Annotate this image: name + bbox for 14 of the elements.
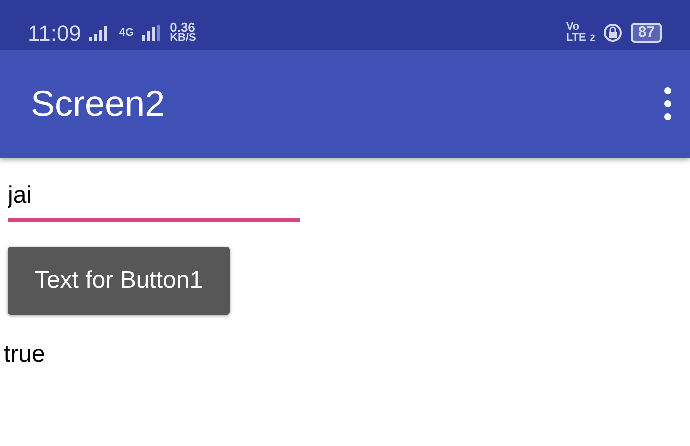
speed-value: 0.36 [170,22,196,33]
result-label: true [4,340,46,370]
volte-label: Vo [566,22,581,33]
rotation-lock-icon [603,23,624,43]
lte-label: LTE [566,33,586,44]
app-title: Screen2 [31,82,166,126]
speed-unit: KB/S [170,33,196,44]
signal-icon [142,25,162,41]
sim-number: 2 [590,33,596,44]
network-type: 4G [119,28,134,38]
overflow-menu-icon[interactable] [664,87,672,121]
battery-level: 87 [631,23,662,43]
button1[interactable]: Text for Button1 [8,247,230,315]
status-time: 11:09 [28,20,82,48]
